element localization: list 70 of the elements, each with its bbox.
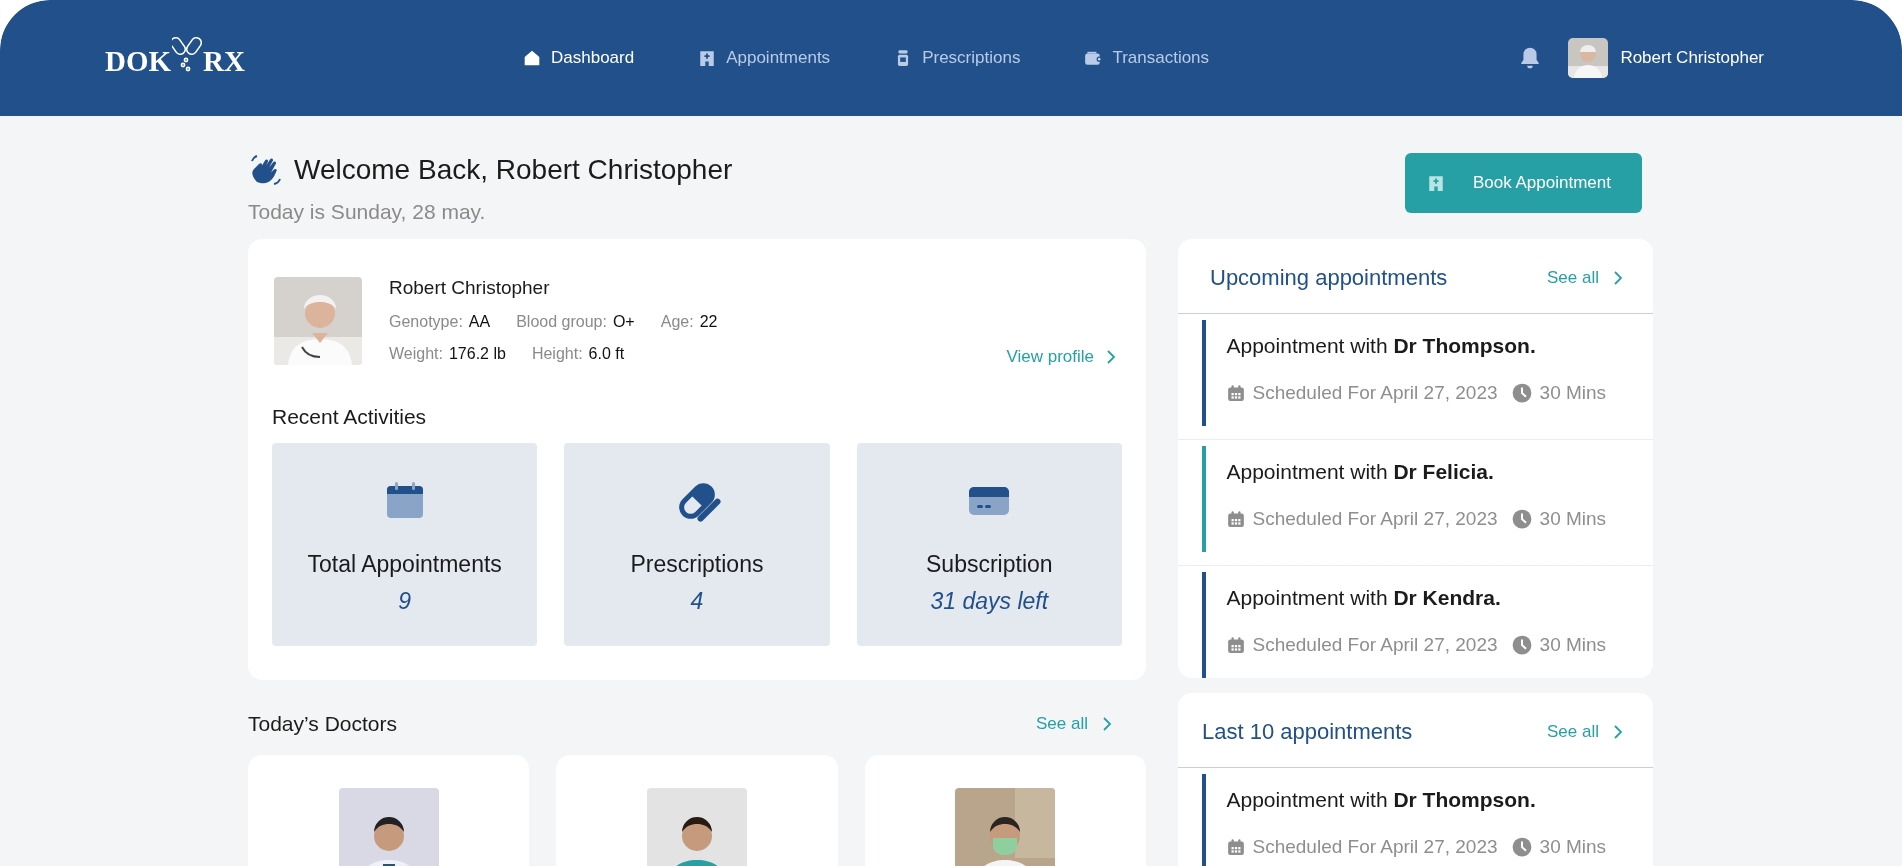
appointment-duration: 30 Mins <box>1539 634 1607 656</box>
nav-link[interactable]: Appointments <box>698 48 831 68</box>
nav-link[interactable]: Dashboard <box>523 48 635 68</box>
panel-title: Upcoming appointments <box>1210 265 1448 291</box>
appointment-item[interactable]: Appointment with Dr Kendra. Scheduled For April 27, 2023 30 Mins <box>1178 566 1653 678</box>
clock-icon <box>1511 635 1532 655</box>
calendar-icon <box>1226 838 1245 856</box>
date-text: Today is Sunday, 28 may. <box>248 200 487 224</box>
appointment-title: Appointment with Dr Felicia. <box>1226 460 1494 483</box>
appointment-title: Appointment with Dr Thompson. <box>1226 788 1536 811</box>
calendar-icon <box>1226 384 1245 402</box>
tile-label: Subscription <box>926 551 1053 578</box>
appointment-item[interactable]: Appointment with Dr Thompson. Scheduled For April 27, 2023 30 Mins <box>1178 768 1653 866</box>
wallet-icon <box>1084 49 1103 67</box>
appointment-item[interactable]: Appointment with Dr Thompson. Scheduled For April 27, 2023 30 Mins <box>1178 314 1653 440</box>
appointment-date: Scheduled For April 27, 2023 <box>1252 836 1498 858</box>
see-all-link[interactable]: See all <box>1036 714 1112 734</box>
field-label: Height: <box>531 345 583 363</box>
chevron-right-icon <box>1613 270 1623 286</box>
chevron-right-icon <box>1613 724 1623 740</box>
tile-value: 9 <box>398 588 412 615</box>
field-value: 6.0 ft <box>588 345 625 363</box>
patient-name: Robert Christopher <box>389 277 551 299</box>
home-icon <box>523 49 541 67</box>
bell-icon[interactable] <box>1519 46 1542 70</box>
hospital-icon <box>1427 174 1445 192</box>
nav-link[interactable]: Transactions <box>1084 48 1210 68</box>
clock-icon <box>1511 383 1532 403</box>
field-value: 176.2 lb <box>448 345 506 363</box>
section-title: Today’s Doctors <box>248 712 397 736</box>
appointment-duration: 30 Mins <box>1539 508 1607 530</box>
logo-text: DOK <box>105 47 172 76</box>
appointment-duration: 30 Mins <box>1539 382 1607 404</box>
section-title: Recent Activities <box>272 405 428 429</box>
field-value: 22 <box>699 313 718 331</box>
tile-label: Total Appointments <box>307 551 502 578</box>
field-label: Blood group: <box>516 313 607 331</box>
field-value: O+ <box>612 313 635 331</box>
appointment-title: Appointment with Dr Thompson. <box>1226 334 1536 357</box>
waving-hand-icon <box>248 152 284 188</box>
appointment-date: Scheduled For April 27, 2023 <box>1252 508 1498 530</box>
see-all-link[interactable]: See all <box>1547 268 1623 288</box>
user-name[interactable]: Robert Christopher <box>1620 48 1764 68</box>
calendar-icon <box>1226 510 1245 528</box>
appointment-title: Appointment with Dr Kendra. <box>1226 586 1501 609</box>
hospital-icon <box>698 49 717 67</box>
tile-value: 4 <box>690 588 704 615</box>
view-profile-link[interactable]: View profile <box>1006 347 1116 367</box>
clock-icon <box>1511 509 1532 529</box>
logo-text: RX <box>203 47 245 76</box>
chevron-right-icon <box>1102 716 1112 732</box>
nav-link[interactable]: Prescriptions <box>894 48 1021 68</box>
welcome-title: Welcome Back, Robert Christopher <box>294 154 733 186</box>
appointment-date: Scheduled For April 27, 2023 <box>1252 634 1498 656</box>
appointment-item[interactable]: Appointment with Dr Felicia. Scheduled For April 27, 2023 30 Mins <box>1178 440 1653 566</box>
capsules-icon <box>172 34 203 74</box>
tile-value: 31 days left <box>930 588 1049 615</box>
tile-label: Prescriptions <box>630 551 764 578</box>
appointment-duration: 30 Mins <box>1539 836 1607 858</box>
field-label: Weight: <box>389 345 443 363</box>
calendar-icon <box>1226 636 1245 654</box>
field-label: Genotype: <box>389 313 463 331</box>
book-appointment-button[interactable]: Book Appointment <box>1405 153 1642 213</box>
appointment-date: Scheduled For April 27, 2023 <box>1252 382 1498 404</box>
chevron-right-icon <box>1106 349 1116 365</box>
clock-icon <box>1511 837 1532 857</box>
panel-title: Last 10 appointments <box>1202 719 1413 745</box>
field-label: Age: <box>660 313 694 331</box>
see-all-link[interactable]: See all <box>1547 722 1623 742</box>
field-value: AA <box>468 313 491 331</box>
